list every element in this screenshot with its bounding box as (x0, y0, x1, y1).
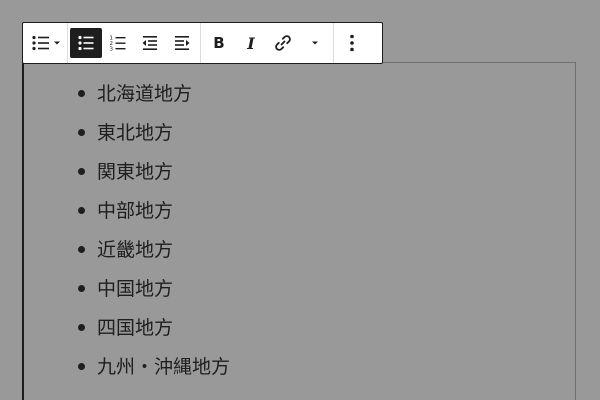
chevron-down-icon (311, 40, 319, 46)
bullet-icon (78, 207, 85, 214)
list-item[interactable]: 中部地方 (78, 193, 230, 232)
unordered-list-button[interactable] (70, 28, 102, 58)
indent-icon (172, 33, 192, 53)
list-item[interactable]: 九州・沖縄地方 (78, 349, 230, 388)
list-item-label: 東北地方 (97, 122, 174, 144)
list-item-label: 関東地方 (97, 161, 174, 183)
list-item[interactable]: 四国地方 (78, 310, 230, 349)
list-item-label: 中国地方 (97, 278, 174, 300)
list-style-button[interactable] (25, 28, 65, 58)
toolbar-group-block-type (23, 23, 68, 63)
svg-text:3: 3 (110, 47, 114, 53)
outdent-icon (140, 33, 160, 53)
bullet-icon (78, 285, 85, 292)
toolbar-group-options (334, 23, 370, 63)
bullet-icon (78, 363, 85, 370)
list-item[interactable]: 関東地方 (78, 154, 230, 193)
more-options-icon (349, 33, 355, 53)
ordered-list-button[interactable]: 1 2 3 (102, 28, 134, 58)
toolbar-group-list: 1 2 3 (68, 23, 201, 63)
italic-button[interactable]: I (235, 28, 267, 58)
list-item-label: 四国地方 (97, 317, 174, 339)
more-options-button[interactable] (336, 28, 368, 58)
unordered-list-icon (76, 33, 96, 53)
link-button[interactable] (267, 28, 299, 58)
bullet-icon (78, 168, 85, 175)
list-item[interactable]: 北海道地方 (78, 76, 230, 115)
list-item-label: 九州・沖縄地方 (97, 356, 231, 378)
bulleted-list[interactable]: 北海道地方 東北地方 関東地方 中部地方 近畿地方 中国地方 四国地方 九州・沖… (78, 76, 230, 388)
more-rich-text-button[interactable] (299, 28, 331, 58)
list-item[interactable]: 東北地方 (78, 115, 230, 154)
block-toolbar: 1 2 3 B I (22, 22, 383, 64)
list-item-label: 近畿地方 (97, 239, 174, 261)
bold-button[interactable]: B (203, 28, 235, 58)
list-item[interactable]: 近畿地方 (78, 232, 230, 271)
ordered-list-icon: 1 2 3 (108, 33, 128, 53)
list-item[interactable]: 中国地方 (78, 271, 230, 310)
list-item-label: 北海道地方 (97, 83, 193, 105)
indent-button[interactable] (166, 28, 198, 58)
bullet-icon (78, 129, 85, 136)
chevron-down-icon (53, 40, 61, 46)
bullet-icon (78, 246, 85, 253)
bold-icon: B (213, 34, 225, 52)
list-item-label: 中部地方 (97, 200, 174, 222)
link-icon (273, 33, 293, 53)
outdent-button[interactable] (134, 28, 166, 58)
italic-icon: I (247, 33, 255, 53)
toolbar-group-formatting: B I (201, 23, 334, 63)
bullet-icon (78, 90, 85, 97)
bullet-icon (78, 324, 85, 331)
